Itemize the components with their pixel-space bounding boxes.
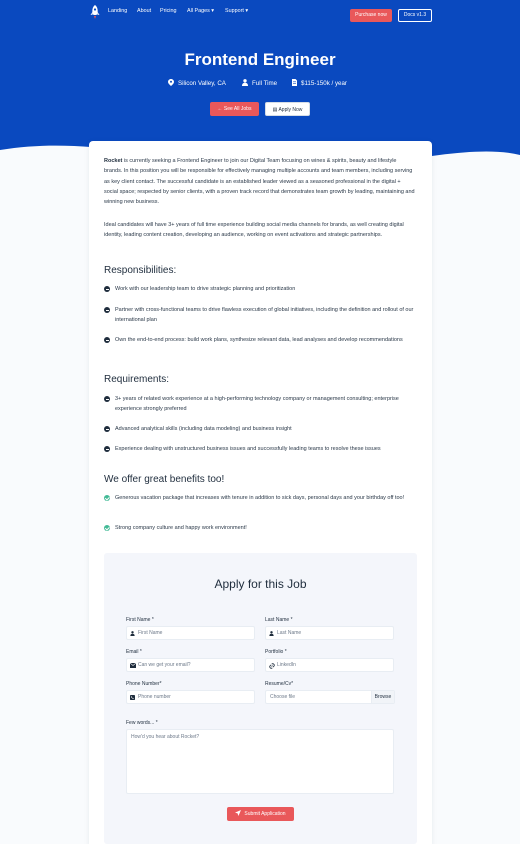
see-all-jobs-label: See All Jobs [223, 106, 252, 112]
apply-form-title: Apply for this Job [214, 577, 307, 591]
email-placeholder: Can we get your email? [138, 662, 191, 668]
navbar: Landing About Pricing All Pages ▾ Suppor… [0, 4, 520, 22]
apply-now-button[interactable]: ▤ Apply Now [265, 102, 310, 116]
user-icon [242, 79, 248, 86]
chevron-down-icon: ▾ [245, 8, 249, 14]
intro-paragraph-1: Rocket is currently seeking a Frontend E… [104, 156, 416, 207]
intro-paragraph-2: Ideal candidates will have 3+ years of f… [104, 222, 404, 239]
few-words-label: Few words... * [126, 720, 158, 726]
document-icon [292, 79, 297, 86]
apply-now-label: Apply Now [278, 107, 303, 113]
list-item-text: Strong company culture and happy work en… [115, 525, 247, 531]
nav-all-pages-label: All Pages [187, 8, 210, 14]
submit-application-label: Submit Application [244, 811, 286, 817]
email-label: Email * [126, 649, 142, 655]
user-icon [269, 630, 274, 636]
minus-circle-icon [104, 337, 110, 343]
paper-plane-icon [235, 810, 242, 816]
list-item-text: Generous vacation package that increases… [115, 495, 405, 501]
nav-about[interactable]: About [137, 8, 151, 14]
envelope-icon [130, 662, 136, 668]
form-icon: ▤ [272, 107, 278, 113]
phone-placeholder: Phone number [138, 694, 171, 700]
phone-label: Phone Number* [126, 681, 162, 687]
nav-all-pages[interactable]: All Pages ▾ [187, 8, 214, 14]
first-name-label: First Name * [126, 617, 154, 623]
resume-file-input[interactable]: Choose file Browse [265, 690, 395, 704]
portfolio-label: Portfolio * [265, 649, 287, 655]
resume-placeholder: Choose file [270, 694, 296, 700]
list-item-text: Partner with cross-functional teams to d… [115, 307, 414, 323]
location-meta: Silicon Valley, CA [168, 79, 226, 87]
browse-button[interactable]: Browse [371, 691, 394, 703]
page-title: Frontend Engineer [184, 50, 336, 69]
few-words-textarea[interactable]: How'd you hear about Rocket? [126, 729, 394, 794]
first-name-placeholder: First Name [138, 630, 163, 636]
job-type-meta: Full Time [242, 79, 277, 87]
nav-support-label: Support [225, 8, 244, 14]
list-item-text: Own the end-to-end process: build work p… [115, 337, 403, 343]
salary-text: $115-150k / year [301, 80, 347, 87]
nav-landing[interactable]: Landing [108, 8, 127, 14]
last-name-placeholder: Last Name [277, 630, 302, 636]
nav-pricing[interactable]: Pricing [160, 8, 176, 14]
last-name-label: Last Name * [265, 617, 293, 623]
nav-support[interactable]: Support ▾ [225, 8, 248, 14]
location-text: Silicon Valley, CA [178, 80, 226, 87]
resume-label: Resume/Cv* [265, 681, 294, 687]
portfolio-input[interactable]: LinkedIn [265, 658, 394, 672]
chevron-down-icon: ▾ [211, 8, 214, 14]
portfolio-placeholder: LinkedIn [277, 662, 296, 668]
email-input[interactable]: Can we get your email? [126, 658, 255, 672]
benefits-heading: We offer great benefits too! [104, 474, 225, 485]
minus-circle-icon [104, 446, 110, 452]
requirements-heading: Requirements: [104, 374, 170, 385]
minus-circle-icon [104, 307, 110, 313]
salary-meta: $115-150k / year [292, 79, 347, 87]
docs-button[interactable]: Docs v1.3 [398, 9, 432, 22]
first-name-input[interactable]: First Name [126, 626, 255, 640]
link-icon [269, 662, 275, 669]
list-item-text: 3+ years of related work experience at a… [115, 396, 399, 412]
see-all-jobs-button[interactable]: ← See All Jobs [210, 102, 259, 116]
minus-circle-icon [104, 286, 110, 292]
list-item-text: Advanced analytical skills (including da… [115, 426, 292, 432]
responsibilities-heading: Responsibilities: [104, 265, 177, 276]
check-circle-icon [104, 525, 110, 531]
phone-input[interactable]: Phone number [126, 690, 255, 704]
minus-circle-icon [104, 426, 110, 432]
last-name-input[interactable]: Last Name [265, 626, 394, 640]
list-item-text: Work with our leadership team to drive s… [115, 286, 296, 292]
few-words-placeholder: How'd you hear about Rocket? [131, 734, 200, 740]
purchase-now-button[interactable]: Purchase now [350, 9, 392, 22]
intro-paragraph-1-text: is currently seeking a Frontend Engineer… [104, 158, 415, 206]
phone-icon [130, 694, 135, 700]
rocket-logo-icon[interactable] [89, 4, 101, 20]
check-circle-icon [104, 495, 110, 501]
arrow-left-icon: ← [217, 106, 223, 112]
user-icon [130, 630, 135, 636]
list-item-text: Experience dealing with unstructured bus… [115, 446, 381, 452]
submit-application-button[interactable]: Submit Application [227, 807, 294, 821]
minus-circle-icon [104, 396, 110, 402]
company-name: Rocket [104, 158, 123, 164]
job-type-text: Full Time [252, 80, 278, 87]
map-pin-icon [168, 79, 174, 86]
